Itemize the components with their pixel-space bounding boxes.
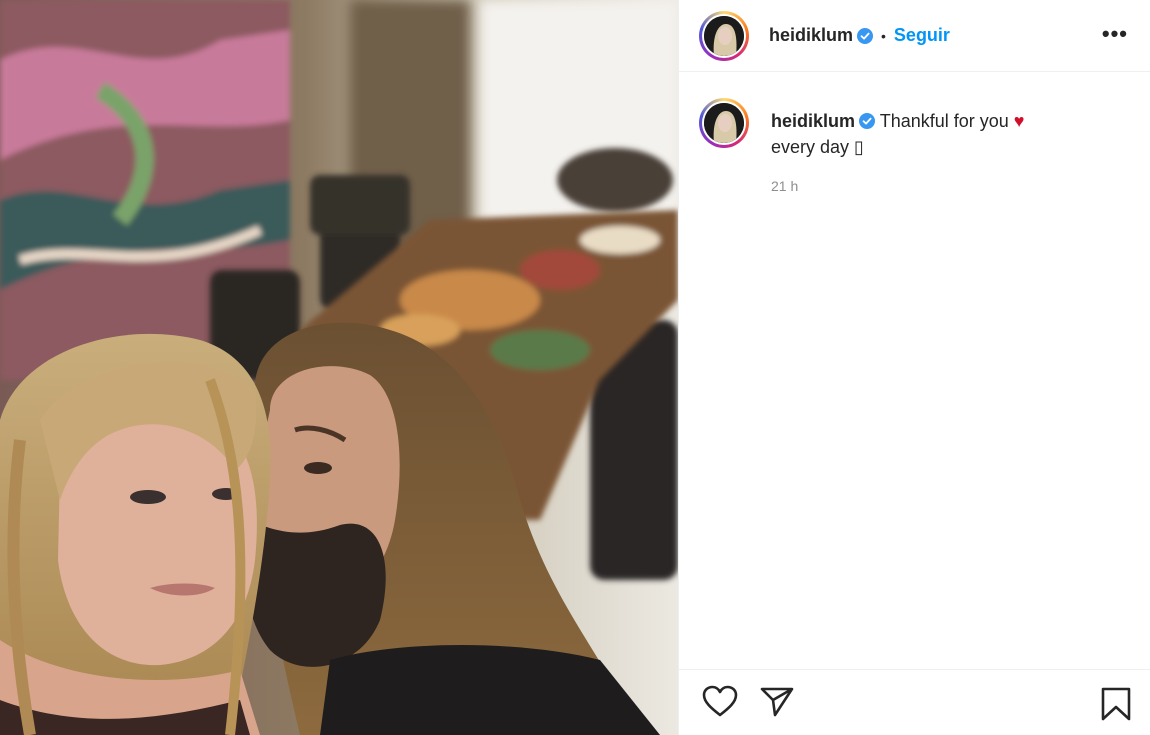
verified-badge-icon — [857, 27, 874, 44]
selfie-photo-illustration — [0, 0, 678, 735]
post-photo[interactable] — [0, 0, 678, 735]
caption-story-ring[interactable] — [699, 98, 749, 148]
post-side-panel: heidiklum • Seguir ••• heidiklum Thankfu… — [678, 0, 1150, 735]
share-icon[interactable] — [759, 684, 795, 723]
follow-button[interactable]: Seguir — [894, 25, 950, 46]
caption-body: heidiklum Thankful for you ♥ every day ▯… — [771, 108, 1071, 194]
instagram-post: heidiklum • Seguir ••• heidiklum Thankfu… — [0, 0, 1150, 735]
post-timestamp[interactable]: 21 h — [771, 178, 1071, 194]
caption-username[interactable]: heidiklum — [771, 111, 855, 131]
caption: heidiklum Thankful for you ♥ every day ▯… — [679, 72, 1150, 194]
caption-line-1: Thankful for you — [879, 111, 1009, 131]
bookmark-icon[interactable] — [1100, 686, 1132, 727]
caption-text: heidiklum Thankful for you ♥ every day ▯ — [771, 108, 1071, 160]
caption-avatar-image — [704, 103, 744, 143]
separator-dot: • — [881, 27, 886, 44]
caption-line-2: every day ▯ — [771, 137, 864, 157]
post-header: heidiklum • Seguir ••• — [679, 0, 1150, 72]
story-ring[interactable] — [699, 10, 749, 61]
avatar-image — [704, 15, 744, 56]
caption-verified-badge-icon — [859, 110, 876, 129]
action-bar — [679, 669, 1150, 735]
header-username[interactable]: heidiklum — [769, 25, 853, 46]
caption-avatar — [704, 103, 744, 143]
red-heart-emoji: ♥ — [1013, 111, 1025, 131]
avatar — [704, 15, 744, 56]
like-icon[interactable] — [701, 684, 739, 723]
more-options-icon[interactable]: ••• — [1102, 23, 1128, 45]
